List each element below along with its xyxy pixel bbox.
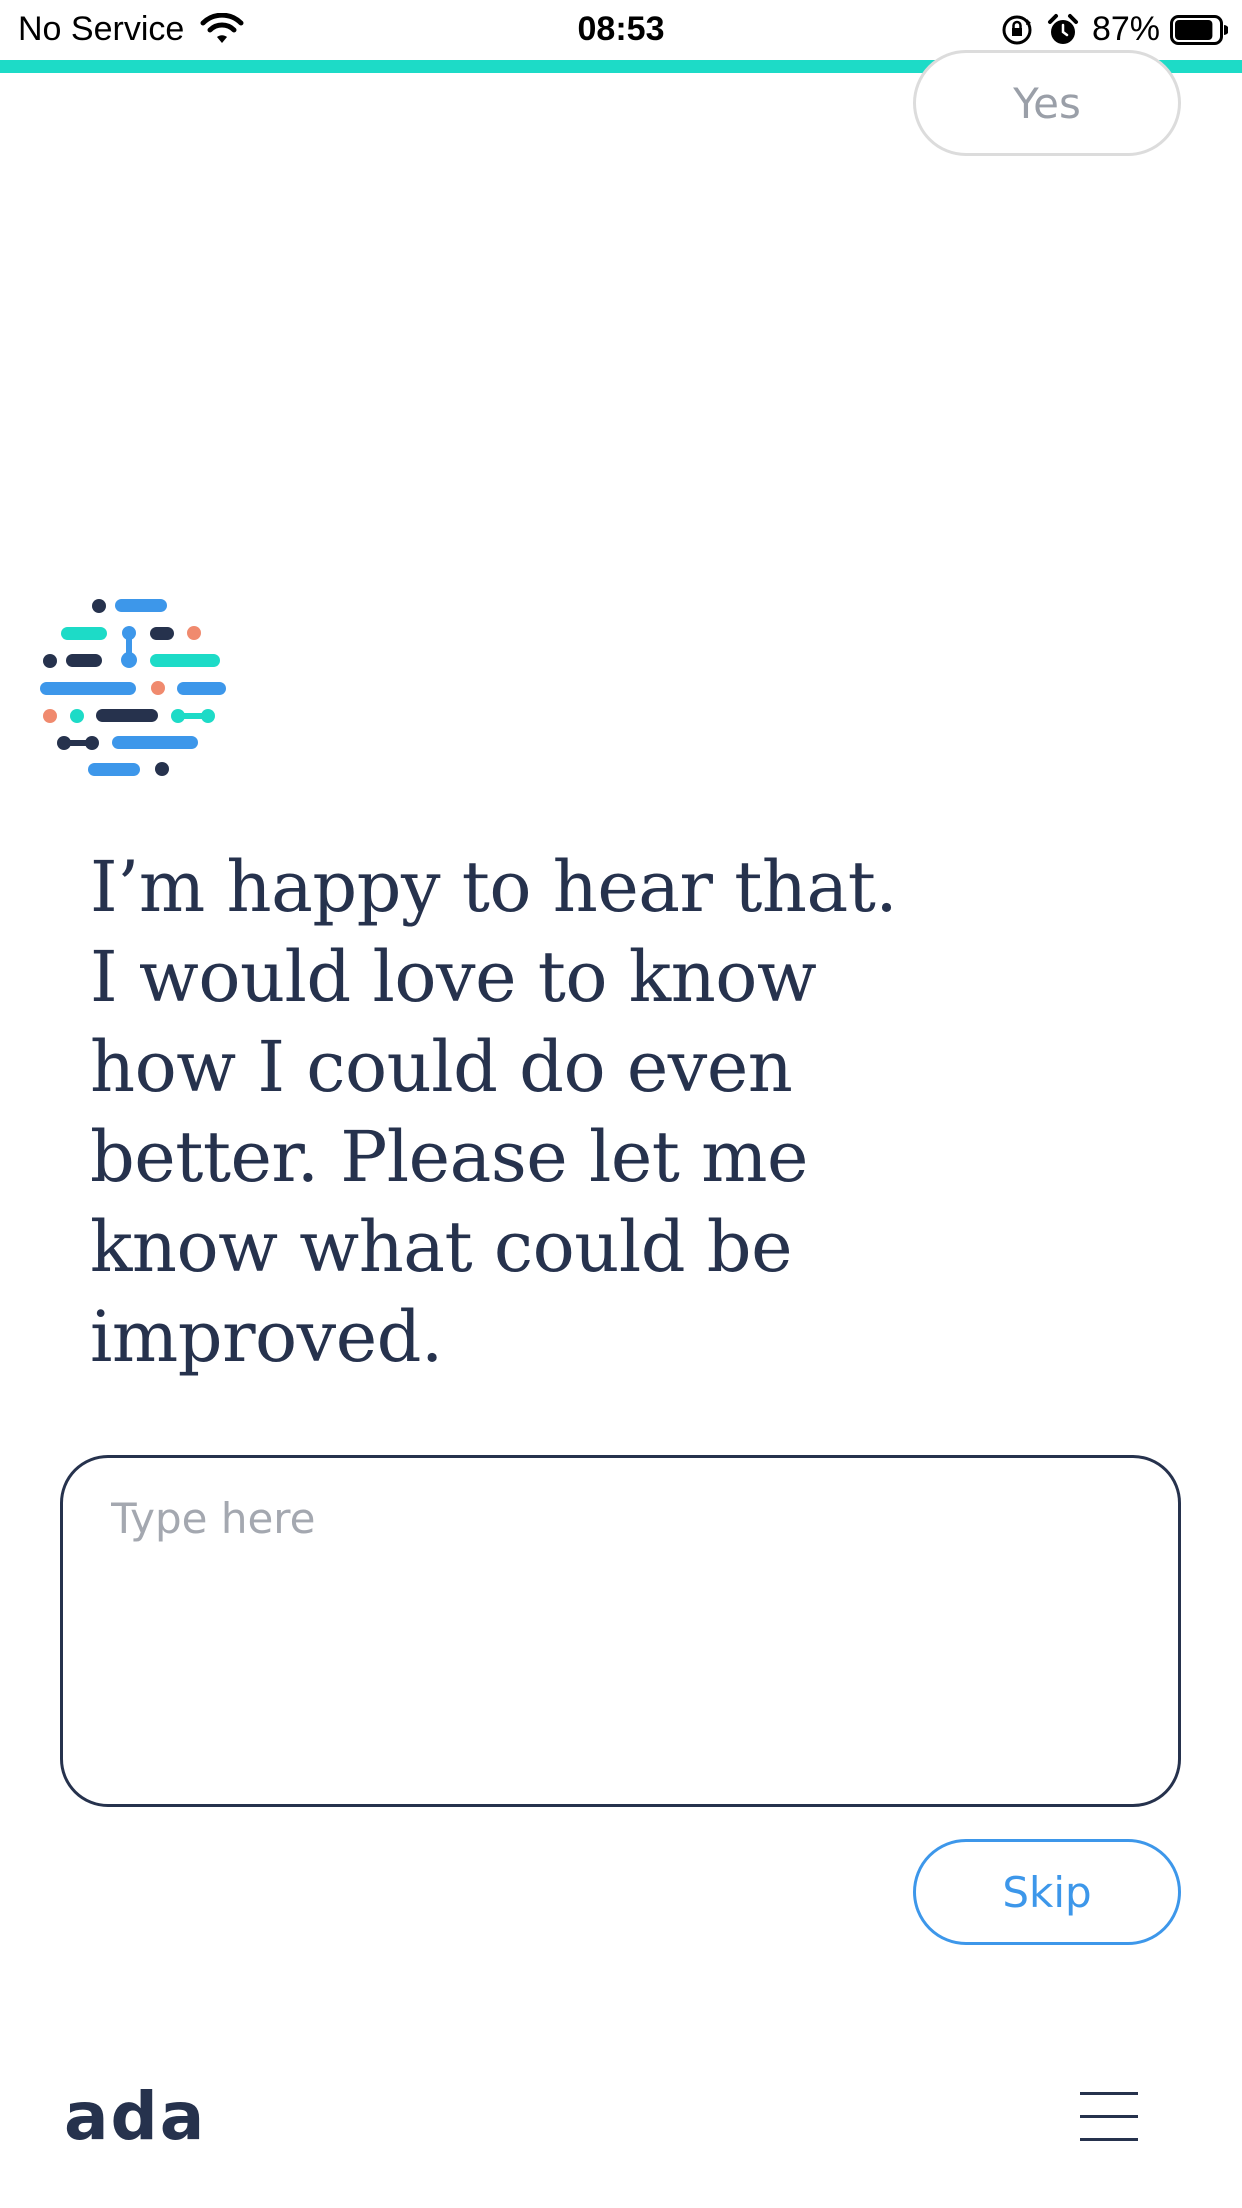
- battery-icon: [1170, 14, 1228, 45]
- menu-line: [1080, 2115, 1138, 2118]
- ada-bot-logo-icon: [40, 599, 226, 776]
- previous-reply-chip: Yes: [913, 50, 1181, 156]
- menu-line: [1080, 2138, 1138, 2141]
- hamburger-menu-icon[interactable]: [1080, 2092, 1138, 2142]
- menu-line: [1080, 2092, 1138, 2095]
- alarm-icon: [1047, 13, 1078, 44]
- ada-logo: ada: [64, 2078, 207, 2155]
- bot-message: I’m happy to hear that. I would love to …: [90, 846, 898, 1378]
- battery-percent: 87%: [1091, 10, 1160, 48]
- status-right: 87%: [1000, 10, 1228, 49]
- skip-button[interactable]: Skip: [913, 1839, 1181, 1945]
- orientation-lock-icon: [1002, 15, 1032, 44]
- reply-input-container[interactable]: [60, 1455, 1181, 1807]
- reply-input[interactable]: [111, 1494, 1121, 1764]
